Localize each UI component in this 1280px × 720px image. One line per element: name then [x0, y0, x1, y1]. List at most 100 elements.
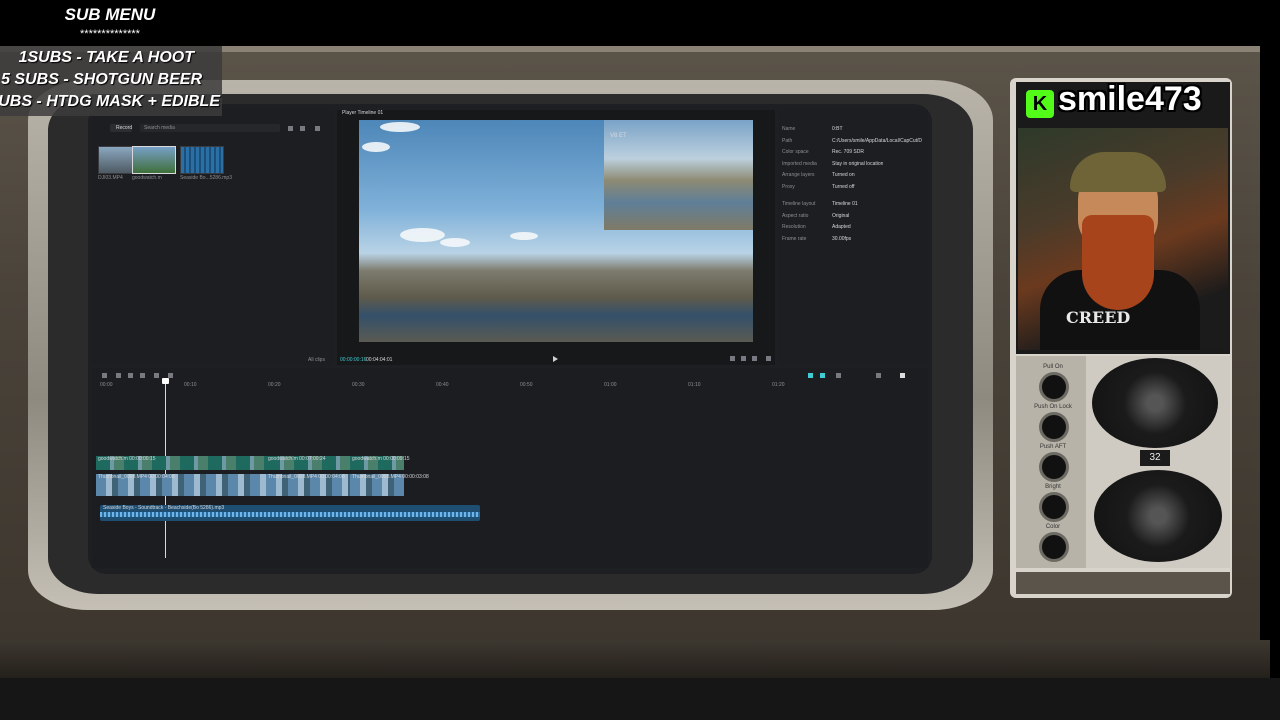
submenu-item: 1SUBS - TAKE A HOOT: [18, 49, 194, 66]
kick-logo-icon: K: [1026, 90, 1054, 118]
knob-label: Push On Lock: [1034, 404, 1072, 410]
view-icon[interactable]: [315, 126, 320, 131]
cloud: [362, 142, 390, 152]
ruler-tick: 00:10: [184, 382, 197, 388]
search-media-input[interactable]: Search media: [140, 124, 280, 132]
tv-base: [0, 640, 1270, 678]
ruler-tick: 01:20: [772, 382, 785, 388]
video-clip[interactable]: Thumbnail_0008.MP4 00:00:04:08: [96, 474, 266, 496]
detail-value: Timeline 01: [832, 201, 858, 207]
video-clip[interactable]: goodwatch.m 00:07:00:24: [266, 456, 350, 470]
ruler-tick: 00:00: [100, 382, 113, 388]
split-right-icon[interactable]: [140, 373, 145, 378]
sort-icon[interactable]: [288, 126, 293, 131]
filter-icon[interactable]: [300, 126, 305, 131]
preview-axis-icon[interactable]: [836, 373, 841, 378]
ruler-tick: 00:30: [352, 382, 365, 388]
link-icon[interactable]: [820, 373, 825, 378]
video-clip[interactable]: Thumbnail_0008.MP4 00:00:03:08: [350, 474, 429, 496]
detail-value: Rec. 709 SDR: [832, 149, 864, 155]
uhf-dial: [1094, 470, 1222, 562]
ruler-tick: 01:10: [688, 382, 701, 388]
detail-key: Imported media: [782, 160, 817, 167]
video-clip[interactable]: goodwatch.m 00:00:09:15: [350, 456, 410, 470]
tv-knob: [1039, 452, 1069, 482]
submenu-item: 5 SUBS - SHOTGUN BEER: [1, 71, 202, 88]
detail-key: Arrange layers: [782, 172, 815, 178]
streamer-hat: [1070, 152, 1166, 192]
ruler-tick: 01:00: [604, 382, 617, 388]
ruler-tick: 00:20: [268, 382, 281, 388]
record-button[interactable]: Record: [110, 124, 132, 132]
detail-key: Resolution: [782, 224, 806, 230]
undo-icon[interactable]: [102, 373, 107, 378]
submenu-divider: **************: [80, 28, 140, 40]
audio-clip-label: Seaside Boys - Soundtrack - Beachside(Bo…: [103, 505, 225, 511]
tv-knob: [1039, 412, 1069, 442]
ratio-icon[interactable]: [730, 356, 735, 361]
video-clip[interactable]: goodwatch.m 00:00:00:15: [96, 456, 266, 470]
player-title: Player Timeline 01: [342, 110, 384, 116]
record-label: Record: [116, 125, 133, 131]
crop-clip-icon[interactable]: [168, 373, 173, 378]
audio-waveform: [100, 512, 480, 517]
media-thumbnail-label: DJI03.MP4: [98, 175, 123, 181]
video-clip-label: Thumbnail_0008.MP4 00:00:04:08: [98, 474, 175, 480]
video-clip-label: goodwatch.m 00:00:09:15: [352, 456, 410, 462]
play-icon[interactable]: [553, 356, 558, 362]
submenu-box: 1SUBS - TAKE A HOOT 5 SUBS - SHOTGUN BEE…: [0, 46, 222, 116]
detail-key: Proxy: [782, 183, 795, 190]
media-thumbnail-label: Seaside Bo...5286.mp3: [180, 175, 232, 181]
marker-icon[interactable]: [154, 373, 159, 378]
cloud: [510, 232, 538, 240]
pip-overlay-text: V8 ET: [610, 133, 627, 139]
fullscreen-icon[interactable]: [766, 356, 771, 361]
current-time: 00:00:00:16: [340, 357, 367, 363]
zoom-out-icon[interactable]: [876, 373, 881, 378]
media-thumbnail[interactable]: [132, 146, 176, 174]
detail-value: C:/Users/smile/AppData/Local/CapCut/D: [832, 137, 923, 144]
bottom-bar: [0, 678, 1280, 720]
video-clip-label: Thumbnail_0008.MP4 00:00:04:08: [268, 474, 345, 480]
detail-key: Timeline layout: [782, 201, 816, 207]
shirt-text: CREED: [1066, 308, 1131, 327]
search-placeholder: Search media: [144, 125, 175, 131]
playhead-handle[interactable]: [162, 378, 169, 384]
tv-knob: [1039, 492, 1069, 522]
video-clip-label: Thumbnail_0008.MP4 00:00:03:08: [352, 474, 429, 480]
streamer-beard: [1082, 215, 1154, 310]
dial-badge: 32: [1140, 450, 1170, 466]
detail-key: Frame rate: [782, 235, 807, 242]
video-clip-label: goodwatch.m 00:07:00:24: [268, 456, 326, 462]
knob-label: Color: [1045, 524, 1061, 530]
knob-label: Bright: [1045, 484, 1061, 490]
detail-value: Original: [832, 212, 850, 219]
split-left-icon[interactable]: [128, 373, 133, 378]
detail-value: Stay in original location: [832, 160, 884, 167]
media-thumbnail[interactable]: [180, 146, 224, 174]
channel-dial: [1092, 358, 1218, 448]
media-footer-label[interactable]: All clips: [308, 357, 325, 363]
split-icon[interactable]: [116, 373, 121, 378]
cloud: [400, 228, 445, 242]
tv-knob: [1039, 372, 1069, 402]
ruler-tick: 00:50: [520, 382, 533, 388]
detail-value: Turned on: [832, 172, 855, 178]
detail-key: Path: [782, 137, 793, 144]
magnet-icon[interactable]: [808, 373, 813, 378]
video-clip-label: goodwatch.m 00:00:00:15: [98, 456, 156, 462]
channel-name: smile473: [1058, 80, 1202, 118]
submenu-title: SUB MENU: [64, 5, 156, 24]
ruler-tick: 00:40: [436, 382, 449, 388]
zoom-slider[interactable]: [900, 373, 905, 378]
speaker-grille: [1016, 572, 1230, 594]
detail-value: Turned off: [832, 183, 855, 190]
cloud: [440, 238, 470, 247]
crop-icon[interactable]: [741, 356, 746, 361]
quality-icon[interactable]: [752, 356, 757, 361]
cloud: [380, 122, 420, 132]
detail-value: 0:BT: [832, 126, 843, 132]
video-clip[interactable]: Thumbnail_0008.MP4 00:00:04:08: [266, 474, 350, 496]
total-time: 00:04:04:01: [366, 357, 393, 363]
detail-key: Name: [782, 126, 796, 132]
